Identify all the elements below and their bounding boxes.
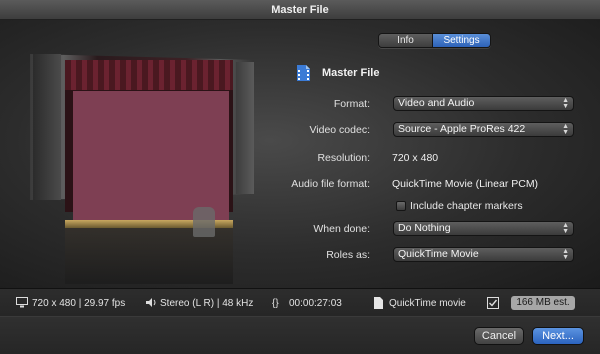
duration-value: 00:00:27:03 xyxy=(289,298,342,309)
summary-bar: 720 x 480 | 29.97 fps Stereo (L R) | 48 … xyxy=(0,288,600,316)
info-settings-toggle[interactable]: Info Settings xyxy=(378,33,491,48)
roles-as-value: QuickTime Movie xyxy=(398,248,479,260)
size-estimate-badge: 166 MB est. xyxy=(511,296,575,310)
when-done-label: When done: xyxy=(313,223,370,235)
tab-settings[interactable]: Settings xyxy=(433,34,490,47)
section-title: Master File xyxy=(322,67,380,79)
preview-figure xyxy=(193,207,215,237)
when-done-select[interactable]: Do Nothing ▲ ▼ xyxy=(393,221,574,236)
audio-format-value: QuickTime Movie (Linear PCM) xyxy=(392,178,539,190)
when-done-row: When done: Do Nothing ▲ ▼ xyxy=(280,221,580,237)
window-title: Master File xyxy=(0,0,600,20)
format-label: Format: xyxy=(333,98,370,110)
format-row: Format: Video and Audio ▲ ▼ xyxy=(280,96,580,112)
video-codec-row: Video codec: Source - Apple ProRes 422 ▲… xyxy=(280,122,580,138)
resolution-value: 720 x 480 xyxy=(392,152,439,164)
resolution-label: Resolution: xyxy=(317,152,370,164)
dialog-footer: Cancel Next... xyxy=(0,316,600,354)
video-codec-label: Video codec: xyxy=(309,124,370,136)
video-preview xyxy=(25,52,260,287)
duration-icon: {} xyxy=(272,298,279,309)
preview-right-panel xyxy=(236,62,254,194)
format-select[interactable]: Video and Audio ▲ ▼ xyxy=(393,96,574,111)
updown-chevron-icon: ▲ ▼ xyxy=(562,248,569,261)
audio-format-label: Audio file format: xyxy=(291,178,370,190)
preview-curtain xyxy=(65,60,233,90)
roles-as-row: Roles as: QuickTime Movie ▲ ▼ xyxy=(280,247,580,263)
chapter-markers-label: Include chapter markers xyxy=(410,200,523,212)
format-value: Video and Audio xyxy=(398,97,475,109)
chapter-markers-checkbox[interactable] xyxy=(396,201,406,211)
next-button[interactable]: Next... xyxy=(532,327,584,345)
dialog-body: Info Settings Master File Format: Video … xyxy=(0,20,600,288)
updown-chevron-icon: ▲ ▼ xyxy=(562,222,569,235)
checklist-icon xyxy=(487,297,499,309)
tab-info[interactable]: Info xyxy=(379,34,434,47)
container-summary: QuickTime movie xyxy=(389,298,466,309)
audio-summary: Stereo (L R) | 48 kHz xyxy=(160,298,254,309)
video-summary: 720 x 480 | 29.97 fps xyxy=(32,298,126,309)
resolution-row: Resolution: 720 x 480 xyxy=(280,150,580,166)
audio-format-row: Audio file format: QuickTime Movie (Line… xyxy=(280,176,580,192)
speaker-icon xyxy=(146,298,156,307)
preview-frame-overlay xyxy=(73,91,229,221)
file-icon xyxy=(374,297,383,309)
video-codec-select[interactable]: Source - Apple ProRes 422 ▲ ▼ xyxy=(393,122,574,137)
preview-left-panel xyxy=(33,54,61,200)
updown-chevron-icon: ▲ ▼ xyxy=(562,123,569,136)
cancel-button[interactable]: Cancel xyxy=(474,327,524,345)
roles-as-label: Roles as: xyxy=(326,249,370,261)
film-file-icon xyxy=(297,65,310,81)
video-codec-value: Source - Apple ProRes 422 xyxy=(398,123,526,135)
when-done-value: Do Nothing xyxy=(398,222,451,234)
updown-chevron-icon: ▲ ▼ xyxy=(562,97,569,110)
monitor-icon xyxy=(16,297,28,308)
roles-as-select[interactable]: QuickTime Movie ▲ ▼ xyxy=(393,247,574,262)
